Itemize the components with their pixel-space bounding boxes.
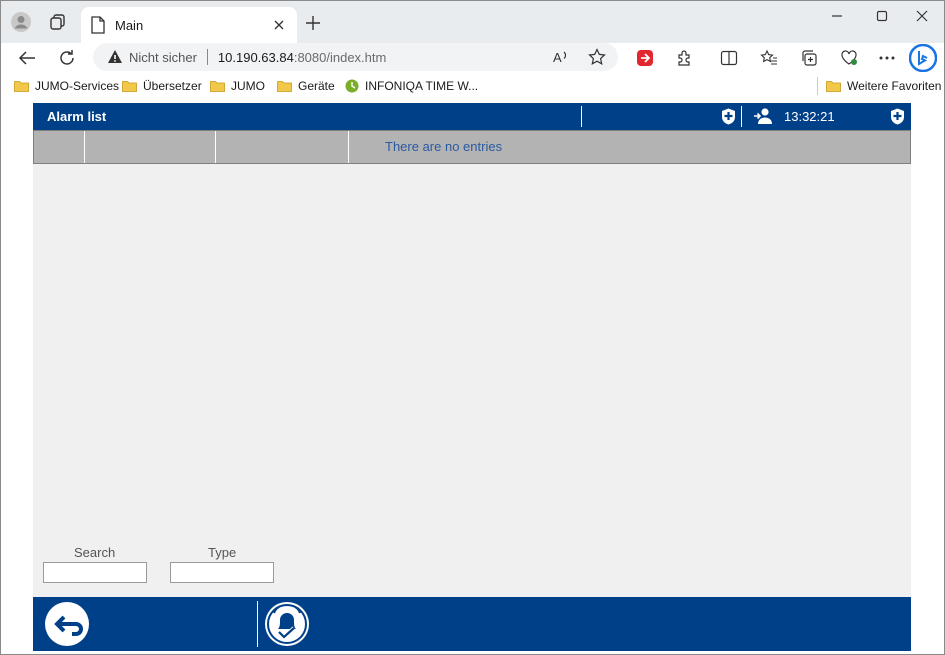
maximize-icon[interactable] xyxy=(864,5,900,27)
clock-time: 13:32:21 xyxy=(784,109,835,124)
shield-plus-icon[interactable] xyxy=(888,107,906,125)
more-options-icon[interactable] xyxy=(874,46,900,70)
bookmark-label: INFONIQA TIME W... xyxy=(365,79,479,93)
search-input[interactable] xyxy=(43,562,147,583)
extensions-icon[interactable] xyxy=(672,46,698,70)
bookmark-label: Übersetzer xyxy=(143,79,202,93)
new-tab-icon[interactable] xyxy=(301,11,325,35)
bookmark-infoniqa[interactable]: INFONIQA TIME W... xyxy=(345,78,478,94)
back-button[interactable] xyxy=(44,601,90,647)
alarm-list-body xyxy=(33,164,911,534)
header-divider xyxy=(581,106,582,127)
app-header: Alarm list 13:32:21 xyxy=(33,103,911,130)
type-label: Type xyxy=(208,545,237,560)
tab-close-icon[interactable] xyxy=(269,15,289,35)
browser-essentials-icon[interactable] xyxy=(836,46,862,70)
type-input[interactable] xyxy=(170,562,274,583)
bookmark-uebersetzer[interactable]: Übersetzer xyxy=(122,78,202,94)
url-host: 10.190.63.84 xyxy=(217,49,294,65)
tab-title: Main xyxy=(115,17,144,33)
reload-icon[interactable] xyxy=(54,46,80,70)
bookmarks-divider xyxy=(817,77,818,95)
read-aloud-icon[interactable]: A xyxy=(549,45,573,69)
page-icon xyxy=(91,16,105,34)
bookmark-label: Geräte xyxy=(298,79,335,93)
svg-text:A: A xyxy=(553,50,562,65)
workspaces-icon[interactable] xyxy=(47,11,69,33)
acknowledge-alarm-button[interactable] xyxy=(264,601,310,647)
column-divider xyxy=(348,131,349,163)
tab-main[interactable]: Main xyxy=(81,7,297,43)
favorites-bar: JUMO-Services Übersetzer JUMO Geräte INF… xyxy=(1,73,944,99)
column-divider xyxy=(215,131,216,163)
minimize-icon[interactable] xyxy=(819,5,855,27)
folder-icon xyxy=(210,80,225,92)
bookmark-jumo-services[interactable]: JUMO-Services xyxy=(14,78,119,94)
security-warning-text[interactable]: Nicht sicher xyxy=(129,50,197,65)
profile-icon[interactable] xyxy=(10,11,32,33)
bookmark-label: JUMO xyxy=(231,79,265,93)
bookmark-other-favorites[interactable]: Weitere Favoriten xyxy=(826,78,941,94)
folder-icon xyxy=(826,80,841,92)
warning-icon[interactable] xyxy=(107,49,123,65)
app-footer xyxy=(33,597,911,651)
alarm-list-app: Alarm list 13:32:21 There are no entries… xyxy=(33,103,911,651)
back-arrow-icon xyxy=(45,602,89,646)
bing-copilot-icon[interactable] xyxy=(909,44,937,72)
header-divider xyxy=(741,106,742,127)
bookmark-label: JUMO-Services xyxy=(35,79,120,93)
favorite-star-icon[interactable] xyxy=(585,45,609,69)
extension-red-icon[interactable] xyxy=(632,46,658,70)
url-path: :8080/index.htm xyxy=(293,49,387,65)
address-separator xyxy=(206,49,208,65)
collections-icon[interactable] xyxy=(796,46,822,70)
user-login-icon[interactable] xyxy=(752,107,774,125)
favorites-icon[interactable] xyxy=(756,46,782,70)
page-title: Alarm list xyxy=(47,109,107,124)
folder-icon xyxy=(277,80,292,92)
alarm-table-header: There are no entries xyxy=(33,130,911,164)
empty-list-message: There are no entries xyxy=(385,139,503,154)
split-screen-icon[interactable] xyxy=(716,46,742,70)
address-bar[interactable]: Nicht sicher 10.190.63.84:8080/index.htm xyxy=(93,43,618,71)
footer-divider xyxy=(257,601,258,647)
search-label: Search xyxy=(74,545,116,560)
window-close-icon[interactable] xyxy=(904,5,940,27)
alarm-bell-check-icon xyxy=(265,602,309,646)
bookmark-geraete[interactable]: Geräte xyxy=(277,78,335,94)
bookmark-label: Weitere Favoriten xyxy=(847,79,942,93)
clock-icon xyxy=(345,79,359,93)
folder-icon xyxy=(122,80,137,92)
browser-tab-bar: Main xyxy=(1,1,944,43)
browser-nav-bar: Nicht sicher 10.190.63.84:8080/index.htm… xyxy=(1,43,944,73)
folder-icon xyxy=(14,80,29,92)
back-icon[interactable] xyxy=(14,46,40,70)
column-divider xyxy=(84,131,85,163)
bookmark-jumo[interactable]: JUMO xyxy=(210,78,265,94)
shield-plus-icon[interactable] xyxy=(719,107,737,125)
